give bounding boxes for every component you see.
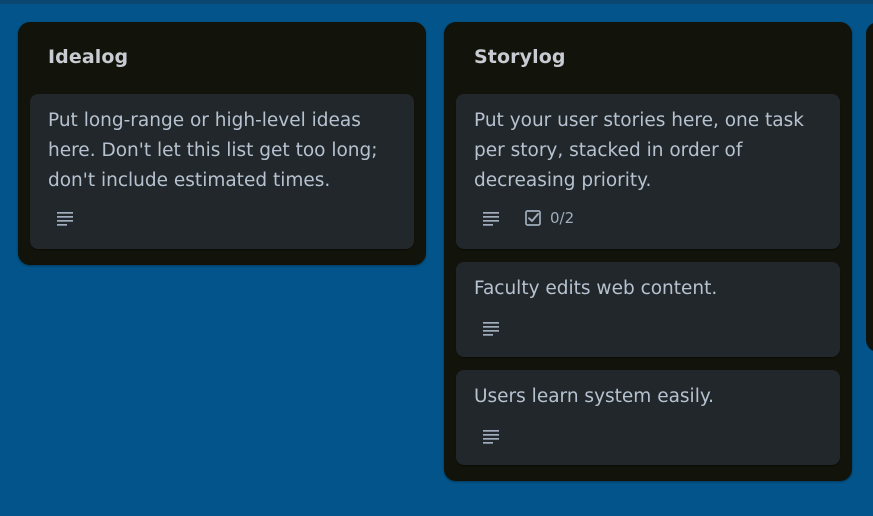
card[interactable]: Users learn system easily. [456,370,840,465]
card[interactable]: Put your user stories here, one task per… [456,94,840,249]
card-badges: 0/2 [482,208,574,228]
card[interactable]: Faculty edits web content. [456,262,840,357]
description-icon [483,212,499,226]
list-title[interactable]: Storylog [474,44,566,70]
checklist-badge: 0/2 [524,209,574,227]
list-idealog: Idealog Put long-range or high-level ide… [18,22,426,265]
board-header-strip [0,0,873,4]
list-storylog: Storylog Put your user stories here, one… [444,22,852,481]
checklist-count: 0/2 [550,209,575,227]
list-partial [866,22,873,352]
description-icon [483,430,499,444]
card-badges [482,318,500,338]
checklist-icon [525,210,541,226]
card-title: Users learn system easily. [474,386,715,407]
card[interactable]: Put long-range or high-level ideas here.… [30,94,414,249]
card-title: Put your user stories here, one task per… [474,110,804,191]
list-title[interactable]: Idealog [48,44,128,70]
card-badges [482,426,500,446]
description-icon [483,322,499,336]
description-icon [57,212,73,226]
card-badges [56,208,74,228]
card-title: Put long-range or high-level ideas here.… [48,110,378,191]
card-title: Faculty edits web content. [474,278,718,299]
board-canvas: Idealog Put long-range or high-level ide… [0,0,873,516]
